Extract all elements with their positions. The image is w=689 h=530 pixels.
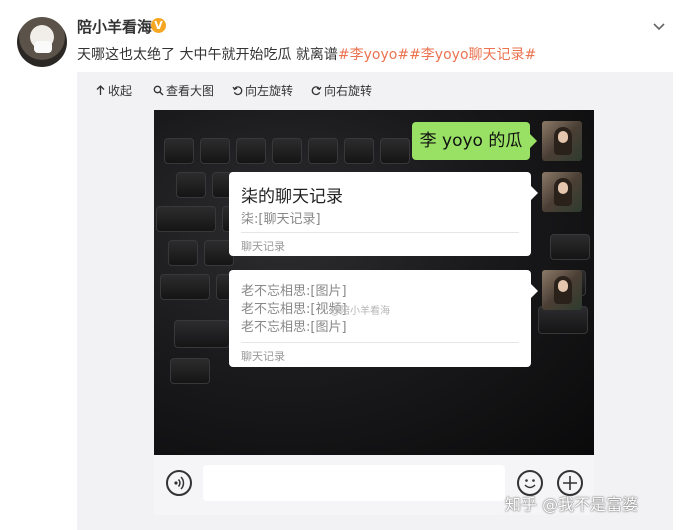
chat-record-card[interactable]: 柒的聊天记录 柒:[聊天记录] 聊天记录 [229, 172, 538, 256]
post-body: 天哪这也太绝了 大中午就开始吃瓜 就离谱 [77, 47, 338, 63]
sound-wave-icon [174, 476, 185, 490]
post-text: 天哪这也太绝了 大中午就开始吃瓜 就离谱#李yoyo##李yoyo聊天记录# [77, 44, 536, 64]
rotate-left-button[interactable]: 向左旋转 [232, 82, 293, 99]
card-line: 老不忘相思:[图片] [241, 320, 347, 335]
chat-avatar [542, 270, 582, 310]
collapse-icon [96, 85, 105, 95]
hashtag-link[interactable]: #李yoyo聊天记录# [409, 47, 536, 63]
card-title: 柒的聊天记录 [241, 187, 343, 207]
verified-badge-icon: V [151, 18, 166, 33]
rotate-right-button[interactable]: 向右旋转 [311, 82, 372, 99]
zoom-icon [153, 85, 164, 96]
watermark: @陪小羊看海 [330, 306, 390, 317]
username[interactable]: 陪小羊看海 [77, 16, 152, 37]
rotate-right-icon [311, 86, 322, 96]
chat-avatar [542, 172, 582, 212]
chat-text-input[interactable] [203, 465, 505, 501]
rotate-left-icon [232, 86, 243, 96]
view-large-button[interactable]: 查看大图 [153, 82, 214, 99]
card-line: 老不忘相思:[图片] [241, 284, 347, 299]
rotate-left-label: 向左旋转 [245, 84, 294, 98]
chat-record-card[interactable]: 老不忘相思:[图片] 老不忘相思:[视频] 老不忘相思:[图片] 聊天记录 [229, 270, 538, 367]
chevron-down-icon[interactable] [652, 20, 666, 34]
card-footer: 聊天记录 [241, 350, 285, 363]
voice-icon[interactable] [166, 470, 192, 496]
card-line: 柒:[聊天记录] [241, 212, 321, 227]
rotate-right-label: 向右旋转 [324, 84, 373, 98]
card-footer: 聊天记录 [241, 240, 285, 253]
source-watermark: 知乎 @我不是富婆 [505, 495, 639, 514]
hashtag-link[interactable]: #李yoyo# [338, 47, 409, 63]
chat-avatar [542, 121, 582, 161]
user-avatar[interactable] [17, 17, 67, 67]
collapse-button[interactable]: 收起 [95, 82, 132, 99]
chat-bubble-sent: 李 yoyo 的瓜 [412, 122, 537, 160]
collapse-label: 收起 [108, 84, 133, 98]
view-large-label: 查看大图 [166, 84, 215, 98]
